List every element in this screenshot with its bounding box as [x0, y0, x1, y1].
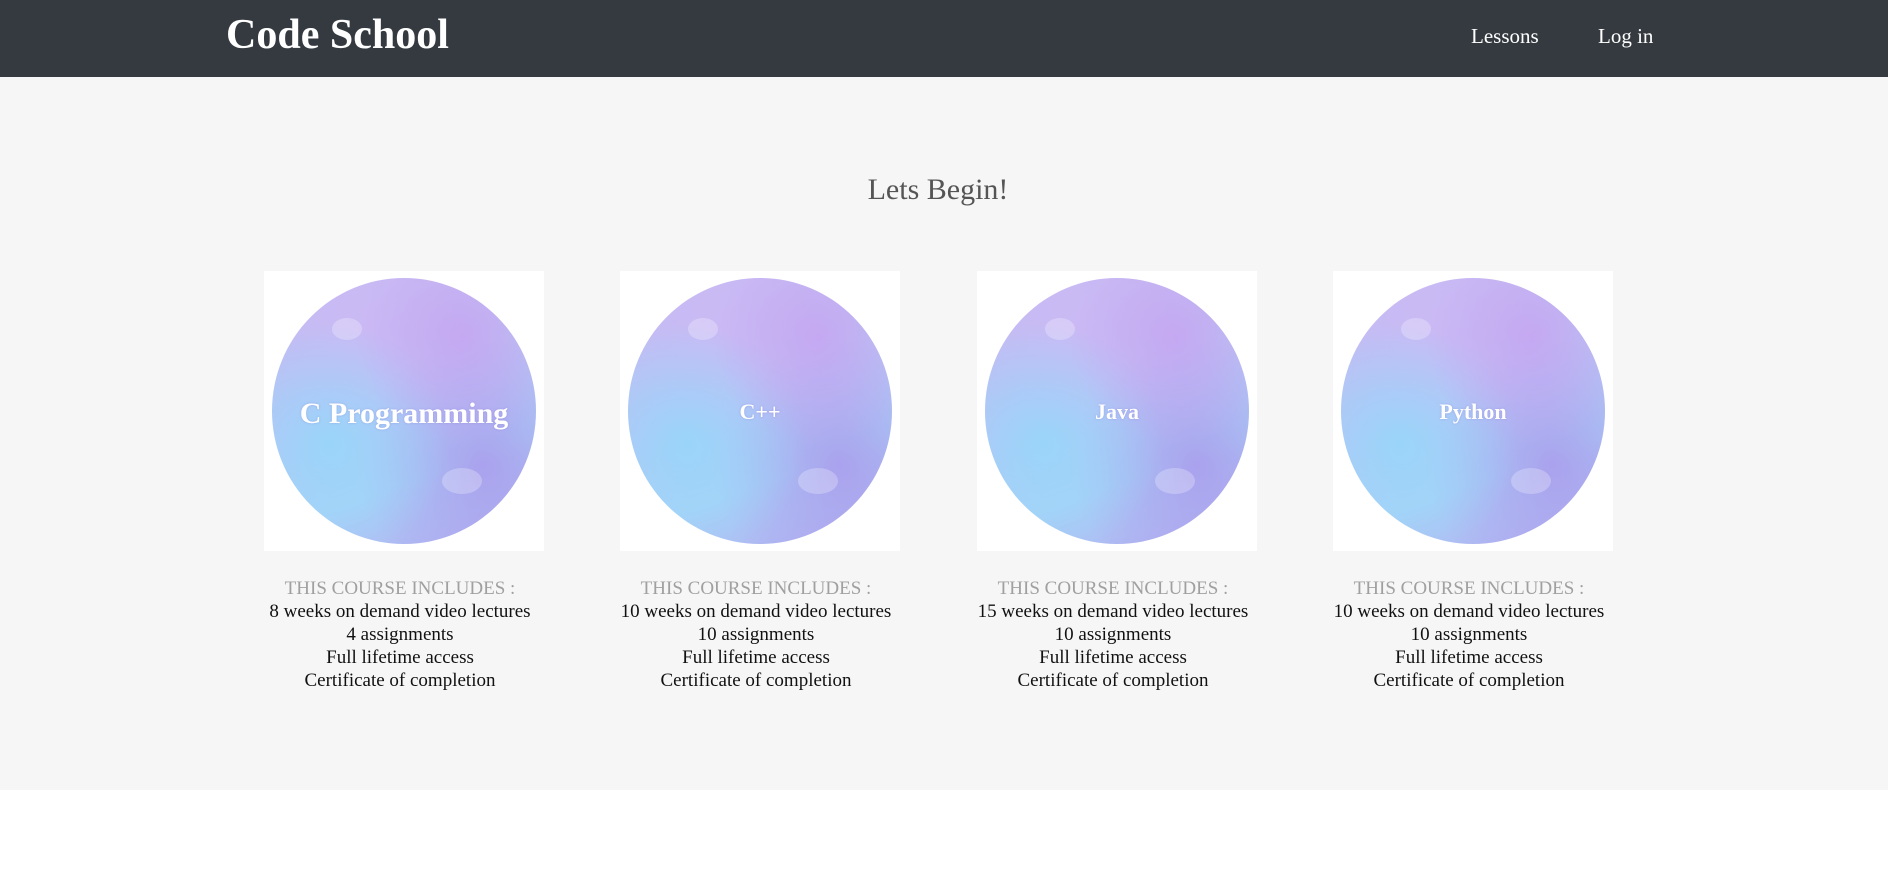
top-navbar: Code School Lessons Log in	[0, 0, 1888, 77]
nav-login-link[interactable]: Log in	[1598, 24, 1653, 49]
course-card-c: C Programming THIS COURSE INCLUDES : 8 w…	[250, 271, 550, 692]
course-image-java[interactable]: Java	[977, 271, 1257, 551]
course-details: THIS COURSE INCLUDES : 8 weeks on demand…	[250, 577, 550, 692]
course-title: Python	[1439, 399, 1507, 424]
feature-certificate: Certificate of completion	[1373, 670, 1565, 691]
feature-assignments: 4 assignments	[346, 624, 454, 645]
course-card-cpp: C++ THIS COURSE INCLUDES : 10 weeks on d…	[606, 271, 906, 692]
includes-label: THIS COURSE INCLUDES :	[1353, 578, 1585, 599]
course-card-python: Python THIS COURSE INCLUDES : 10 weeks o…	[1319, 271, 1619, 692]
feature-lifetime-access: Full lifetime access	[326, 647, 474, 668]
course-details: THIS COURSE INCLUDES : 15 weeks on deman…	[963, 577, 1263, 692]
feature-video-lectures: 8 weeks on demand video lectures	[269, 601, 531, 622]
nav-lessons-link[interactable]: Lessons	[1471, 24, 1539, 49]
course-title: Java	[1095, 399, 1139, 424]
feature-assignments: 10 assignments	[1054, 624, 1172, 645]
feature-certificate: Certificate of completion	[304, 670, 496, 691]
course-details: THIS COURSE INCLUDES : 10 weeks on deman…	[606, 577, 906, 692]
feature-video-lectures: 10 weeks on demand video lectures	[1333, 601, 1605, 622]
feature-certificate: Certificate of completion	[660, 670, 852, 691]
feature-video-lectures: 15 weeks on demand video lectures	[977, 601, 1249, 622]
course-title: C Programming	[299, 397, 509, 430]
course-title: C++	[739, 399, 781, 424]
page-title: Lets Begin!	[867, 173, 1009, 206]
feature-assignments: 10 assignments	[697, 624, 815, 645]
course-image-c[interactable]: C Programming	[264, 271, 544, 551]
feature-assignments: 10 assignments	[1410, 624, 1528, 645]
course-image-cpp[interactable]: C++	[620, 271, 900, 551]
feature-lifetime-access: Full lifetime access	[682, 647, 830, 668]
includes-label: THIS COURSE INCLUDES :	[997, 578, 1229, 599]
course-details: THIS COURSE INCLUDES : 10 weeks on deman…	[1319, 577, 1619, 692]
brand-logo-link[interactable]: Code School	[226, 11, 449, 59]
feature-video-lectures: 10 weeks on demand video lectures	[620, 601, 892, 622]
feature-lifetime-access: Full lifetime access	[1039, 647, 1187, 668]
main-content: Lets Begin! C Programming THIS COURSE IN…	[0, 77, 1888, 790]
includes-label: THIS COURSE INCLUDES :	[284, 578, 516, 599]
feature-certificate: Certificate of completion	[1017, 670, 1209, 691]
course-card-java: Java THIS COURSE INCLUDES : 15 weeks on …	[963, 271, 1263, 692]
course-image-python[interactable]: Python	[1333, 271, 1613, 551]
includes-label: THIS COURSE INCLUDES :	[640, 578, 872, 599]
feature-lifetime-access: Full lifetime access	[1395, 647, 1543, 668]
